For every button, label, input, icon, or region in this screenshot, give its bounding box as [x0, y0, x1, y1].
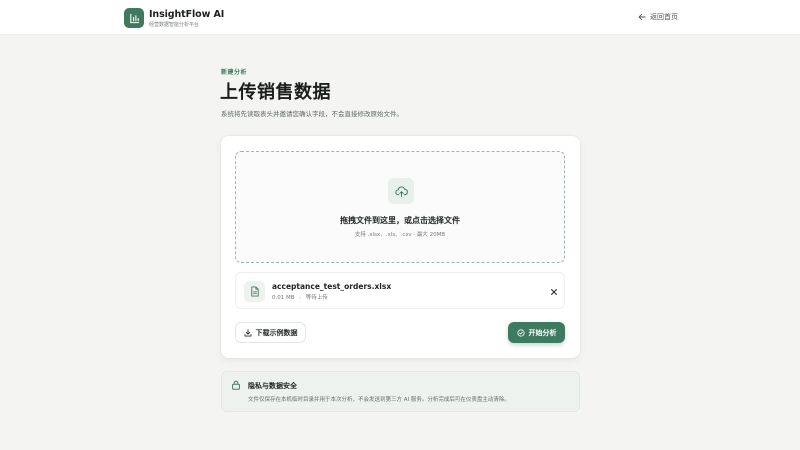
- privacy-description: 文件仅保存在本机临时目录并用于本次分析，不会发送到第三方 AI 服务。分析完成后…: [248, 397, 510, 403]
- privacy-title: 隐私与数据安全: [248, 382, 297, 390]
- upload-card: 拖拽文件到这里，或点击选择文件 支持 .xlsx、.xls、.csv · 最大 …: [221, 136, 580, 358]
- lock-icon: [232, 380, 240, 390]
- privacy-notice: 隐私与数据安全 文件仅保存在本机临时目录并用于本次分析，不会发送到第三方 AI …: [221, 371, 580, 412]
- back-home-label: 返回首页: [650, 13, 678, 21]
- back-home-link[interactable]: 返回首页: [638, 12, 678, 22]
- app-header: InsightFlow AI 经营数据智能分析平台 返回首页: [0, 0, 800, 35]
- check-circle-icon: [516, 328, 525, 337]
- file-meta: 0.01 MB · 等待上传: [272, 293, 328, 301]
- download-sample-button[interactable]: 下载示例数据: [235, 322, 306, 343]
- section-eyebrow: 新建分析: [221, 69, 248, 76]
- close-icon: [551, 289, 557, 295]
- dropzone-title: 拖拽文件到这里，或点击选择文件: [340, 216, 460, 225]
- brand-subtitle: 经营数据智能分析平台: [149, 22, 200, 28]
- download-icon: [244, 328, 251, 336]
- remove-file-button[interactable]: [548, 286, 560, 298]
- file-dropzone[interactable]: 拖拽文件到这里，或点击选择文件 支持 .xlsx、.xls、.csv · 最大 …: [235, 151, 565, 263]
- brand-name[interactable]: InsightFlow AI: [149, 9, 224, 20]
- file-name: acceptance_test_orders.xlsx: [272, 282, 392, 291]
- download-sample-label: 下载示例数据: [255, 328, 298, 337]
- selected-file-row: acceptance_test_orders.xlsx 0.01 MB · 等待…: [235, 272, 565, 309]
- meta-separator: ·: [299, 295, 302, 301]
- start-analysis-button[interactable]: 开始分析: [508, 322, 565, 343]
- start-analysis-label: 开始分析: [528, 328, 557, 337]
- file-size: 0.01 MB: [272, 295, 295, 301]
- file-status: 等待上传: [305, 295, 328, 301]
- arrow-left-icon: [638, 14, 646, 20]
- file-icon: [244, 281, 265, 302]
- dropzone-hint: 支持 .xlsx、.xls、.csv · 最大 20MB: [354, 232, 446, 238]
- cloud-upload-icon: [388, 178, 414, 204]
- page-description: 系统将先读取表头并邀请您确认字段，不会直接修改原始文件。: [221, 110, 403, 118]
- bar-chart-icon[interactable]: [124, 8, 144, 28]
- page-title: 上传销售数据: [220, 82, 331, 103]
